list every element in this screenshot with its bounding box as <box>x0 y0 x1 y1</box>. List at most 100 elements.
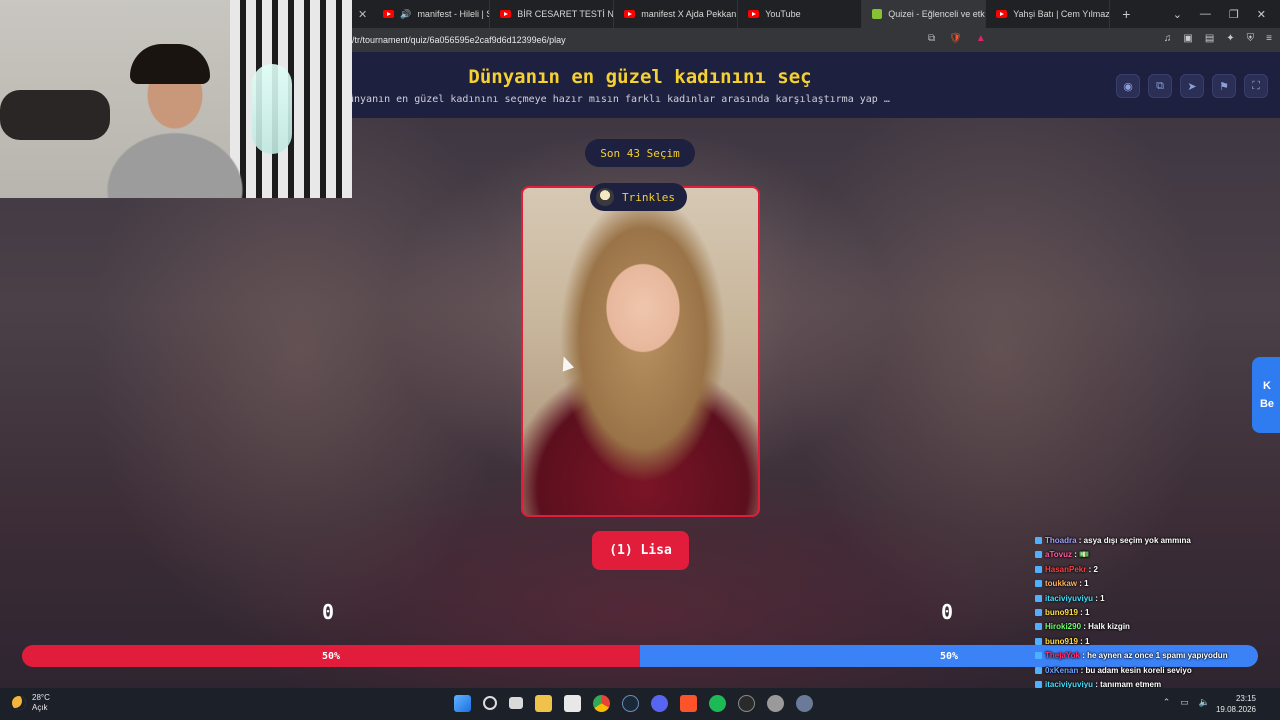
chat-message: itaciviyuviyu : 1 <box>1035 592 1265 606</box>
microphone-icon <box>252 64 292 154</box>
app-gear-icon[interactable] <box>796 695 813 712</box>
discord-icon[interactable] <box>651 695 668 712</box>
file-explorer-icon[interactable] <box>535 695 552 712</box>
chat-badge-icon <box>1035 680 1042 688</box>
task-view-icon[interactable] <box>509 697 523 709</box>
header-actions: ◉ ⧉ ➤ ⚑ ⛶ <box>1116 74 1268 98</box>
fullscreen-icon[interactable]: ⛶ <box>1244 74 1268 98</box>
spotify-icon[interactable] <box>709 695 726 712</box>
chat-username[interactable]: buno919 <box>1045 608 1078 617</box>
chat-message: buno919 : 1 <box>1035 606 1265 620</box>
chevron-up-icon[interactable]: ⌃ <box>1163 697 1171 708</box>
browser-tab[interactable]: BİR CESARET TESTİ NASIL <box>490 0 615 28</box>
store-icon[interactable] <box>564 695 581 712</box>
chat-badge-icon <box>1035 623 1042 631</box>
chat-username[interactable]: itaciviyuviyu <box>1045 594 1093 603</box>
restore-icon[interactable]: ❐ <box>1229 8 1239 21</box>
copy-icon[interactable]: ⧉ <box>1148 74 1172 98</box>
chat-username[interactable]: Hiroki290 <box>1045 622 1081 631</box>
moon-icon <box>12 696 26 710</box>
chat-username[interactable]: buno919 <box>1045 637 1078 646</box>
chat-separator: : <box>1076 536 1084 545</box>
chat-badge-icon <box>1035 551 1042 559</box>
quiz-subtitle: ünyanın en güzel kadınını seçmeye hazır … <box>348 94 890 105</box>
close-tab-icon[interactable]: ✕ <box>352 8 373 21</box>
tab-label: BİR CESARET TESTİ NASIL <box>517 9 614 19</box>
taskbar: 28°C Açık ⌃ ▭ 🔈 23:15 19.08.2026 <box>0 688 1280 720</box>
close-window-icon[interactable]: ✕ <box>1257 8 1266 21</box>
chat-text: 1 <box>1085 607 1090 617</box>
obs-icon[interactable] <box>738 695 755 712</box>
tab-label: manifest X Ajda Pekkan - <box>641 9 739 19</box>
youtube-icon <box>624 10 636 18</box>
chat-badge-icon <box>1035 608 1042 616</box>
volume-icon[interactable]: 🔈 <box>1199 697 1210 708</box>
chat-text: 💵 <box>1079 550 1090 560</box>
taskbar-apps <box>454 695 813 712</box>
chat-separator: : <box>1077 607 1086 617</box>
window-controls: ⌄ — ❐ ✕ <box>1173 8 1280 21</box>
settings-gear-icon[interactable] <box>767 695 784 712</box>
chat-badge-icon <box>1035 666 1042 674</box>
system-tray: ⌃ ▭ 🔈 <box>1163 697 1210 708</box>
speaker-icon[interactable]: 🔊 <box>400 9 411 20</box>
flag-icon[interactable]: ⚑ <box>1212 74 1236 98</box>
translate-icon[interactable]: ⧉ <box>928 33 935 44</box>
windows-start-icon[interactable] <box>454 695 471 712</box>
chat-username[interactable]: aTovuz <box>1045 550 1072 559</box>
side-tab-button[interactable]: K Be <box>1252 357 1280 433</box>
wallet-icon[interactable]: ▤ <box>1205 33 1214 44</box>
chrome-icon[interactable] <box>593 695 610 712</box>
browser-tab[interactable]: Yahşi Batı | Cem Yılmaz Tü <box>986 0 1111 28</box>
leo-icon[interactable]: ✦ <box>1226 33 1234 44</box>
chat-message: Hiroki290 : Halk kizgin <box>1035 620 1265 634</box>
webcam-overlay <box>0 0 352 198</box>
tab-label: Yahşi Batı | Cem Yılmaz Tü <box>1013 9 1110 19</box>
clock[interactable]: 23:15 19.08.2026 <box>1216 693 1256 715</box>
browser-tab[interactable]: 🔊 manifest - Hileli | Spe <box>373 0 491 28</box>
youtube-icon <box>383 10 395 18</box>
search-icon[interactable] <box>483 696 497 710</box>
share-icon[interactable]: ➤ <box>1180 74 1204 98</box>
choice-button[interactable]: (1) Lisa <box>592 531 689 570</box>
brave-icon[interactable] <box>680 695 697 712</box>
brave-rewards-icon[interactable]: ▲ <box>976 33 986 44</box>
chat-message: buno919 : 1 <box>1035 635 1265 649</box>
chat-separator: : <box>1077 636 1086 646</box>
sidebar-icon[interactable]: ▣ <box>1183 33 1192 44</box>
vpn-icon[interactable]: ⛨ <box>1247 33 1255 44</box>
chat-username[interactable]: HasanPekr <box>1045 565 1086 574</box>
chat-message: aTovuz : 💵 <box>1035 548 1265 562</box>
chat-username[interactable]: toukkaw <box>1045 579 1077 588</box>
chat-message: ThejaYok : he aynen az once 1 spamı yapı… <box>1035 649 1265 663</box>
browser-tab-active[interactable]: Quizei - Eğlenceli ve etkil <box>862 0 987 28</box>
chat-badge-icon <box>1035 537 1042 544</box>
minimize-icon[interactable]: — <box>1200 8 1211 21</box>
chat-username[interactable]: Thoadra <box>1045 536 1077 545</box>
chat-username[interactable]: 0xKenan <box>1045 666 1078 675</box>
vote-bar-left: 50% <box>22 645 640 667</box>
music-icon[interactable]: ♫ <box>1164 33 1172 44</box>
chat-username[interactable]: ThejaYok <box>1045 651 1080 660</box>
browser-tab[interactable]: YouTube <box>738 0 863 28</box>
steam-icon[interactable] <box>622 695 639 712</box>
chevron-down-icon[interactable]: ⌄ <box>1173 8 1182 21</box>
chat-text: he aynen az once 1 spamı yapıyodun <box>1087 651 1228 661</box>
address-bar-icons: ⧉ 🛡 ▲ <box>928 33 986 44</box>
browser-tab[interactable]: manifest X Ajda Pekkan - <box>614 0 739 28</box>
chat-separator: : <box>1071 550 1080 560</box>
chat-message: toukkaw : 1 <box>1035 577 1265 591</box>
weather-widget[interactable]: 28°C Açık <box>12 693 50 713</box>
brave-shield-icon[interactable]: 🛡 <box>949 33 962 44</box>
new-tab-button[interactable]: + <box>1110 6 1142 22</box>
side-tab-line: Be <box>1259 398 1275 410</box>
menu-icon[interactable]: ≡ <box>1266 33 1272 44</box>
chat-text: Halk kizgin <box>1088 622 1130 632</box>
round-indicator: Son 43 Seçim <box>585 139 695 167</box>
chat-badge-icon <box>1035 594 1042 602</box>
eye-icon[interactable]: ◉ <box>1116 74 1140 98</box>
network-icon[interactable]: ▭ <box>1180 697 1189 708</box>
url-field[interactable]: /tr/tournament/quiz/6a056595e2caf9d6d123… <box>352 28 566 52</box>
chat-badge-icon <box>1035 565 1042 573</box>
contestant-card[interactable] <box>521 186 760 517</box>
